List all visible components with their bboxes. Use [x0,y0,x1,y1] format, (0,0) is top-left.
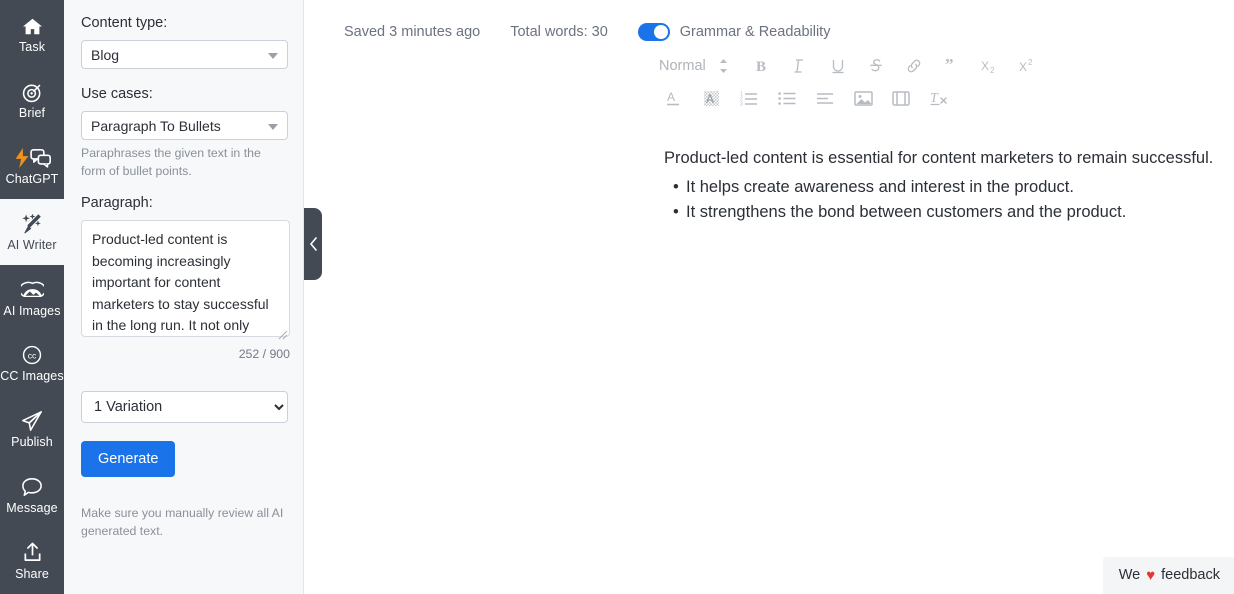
insert-image-icon[interactable] [849,84,877,112]
svg-text:X: X [1019,60,1027,74]
sidebar-label-brief: Brief [18,106,46,121]
blockquote-icon[interactable]: ” [938,52,966,80]
variation-count-select[interactable]: 1 Variation 2 Variations 3 Variations [81,391,288,423]
bullet-list-icon[interactable] [773,84,801,112]
sidebar-item-task[interactable]: Task [0,2,64,68]
feedback-banner[interactable]: We ♥ feedback [1102,557,1234,594]
svg-text:X: X [981,59,989,73]
toggle-knob [653,25,668,39]
sidebar-label-task: Task [18,40,46,55]
home-icon [22,15,43,37]
clear-formatting-icon[interactable]: T [925,84,953,112]
use-cases-value: Paragraph To Bullets [91,117,221,134]
share-upload-icon [22,542,43,564]
sidebar-label-cc-images: CC Images [0,369,64,384]
editor-statusbar: Saved 3 minutes ago Total words: 30 Gram… [304,0,1234,46]
grammar-toggle-row: Grammar & Readability [637,23,831,41]
sidebar-label-share: Share [15,566,49,581]
strikethrough-icon[interactable] [862,52,890,80]
insert-video-icon[interactable] [887,84,915,112]
word-count: Total words: 30 [510,24,608,40]
sidebar-item-chatgpt[interactable]: ChatGPT [0,134,64,200]
block-format-stepper-icon[interactable] [710,52,738,80]
paragraph-textarea[interactable] [81,220,290,337]
saved-status: Saved 3 minutes ago [344,24,481,40]
svg-text:2: 2 [1028,58,1033,67]
grammar-readability-label: Grammar & Readability [679,24,831,40]
left-nav-rail: Task Brief ChatGPT AI Writer AI Images c… [0,0,64,594]
ordered-list-icon[interactable]: 1 2 3 [735,84,763,112]
document-paragraph: Product-led content is essential for con… [664,149,1214,167]
paragraph-label: Paragraph: [81,195,153,211]
sidebar-item-publish[interactable]: Publish [0,397,64,463]
editor-toolbar: Normal B ” X 2 X 2 A A 1 2 3 T [304,46,1064,112]
image-icon [20,279,44,301]
highlight-color-icon[interactable]: A [697,84,725,112]
superscript-icon[interactable]: X 2 [1014,52,1042,80]
underline-icon[interactable] [824,52,852,80]
document-bullet-list: It helps create awareness and interest i… [664,175,1234,225]
collapse-panel-handle[interactable] [304,208,322,280]
chatgpt-bolt-icon [12,147,52,169]
content-type-select[interactable]: Blog [81,40,288,69]
ai-disclaimer-text: Make sure you manually review all AI gen… [81,506,284,538]
bold-icon[interactable]: B [748,52,776,80]
italic-icon[interactable] [786,52,814,80]
character-counter: 252 / 900 [238,347,290,361]
sidebar-item-ai-images[interactable]: AI Images [0,265,64,331]
document-editor[interactable]: Product-led content is essential for con… [304,112,1234,225]
svg-text:T: T [930,91,939,106]
ai-writer-form-panel: Content type: Blog Use cases: Paragraph … [64,0,304,594]
paragraph-input-wrap [81,220,290,342]
link-icon[interactable] [900,52,928,80]
svg-text:B: B [756,59,766,74]
chat-bubble-icon [21,476,43,498]
chevron-down-icon [268,123,278,130]
feedback-prefix: We [1118,567,1141,583]
sidebar-label-message: Message [6,500,58,515]
svg-text:cc: cc [28,351,37,361]
subscript-icon[interactable]: X 2 [976,52,1004,80]
use-cases-select[interactable]: Paragraph To Bullets [81,111,288,140]
app-root: Task Brief ChatGPT AI Writer AI Images c… [0,0,1234,594]
paper-plane-icon [21,410,43,432]
chevron-left-icon [309,237,317,251]
sidebar-item-brief[interactable]: Brief [0,68,64,134]
list-item: It helps create awareness and interest i… [673,175,1234,200]
chevron-down-icon [268,52,278,59]
svg-text:2: 2 [990,66,995,74]
align-icon[interactable] [811,84,839,112]
sidebar-item-share[interactable]: Share [0,528,64,594]
sidebar-label-ai-images: AI Images [3,303,61,318]
block-format-label[interactable]: Normal [659,52,710,80]
content-type-value: Blog [91,46,120,63]
content-type-label: Content type: [81,15,168,31]
editor-main: Saved 3 minutes ago Total words: 30 Gram… [304,0,1234,594]
sidebar-label-chatgpt: ChatGPT [5,171,59,186]
svg-text:A: A [667,90,675,104]
sidebar-item-ai-writer[interactable]: AI Writer [0,199,64,266]
generate-button[interactable]: Generate [81,441,176,477]
heart-icon: ♥ [1146,566,1156,584]
use-cases-help-text: Paraphrases the given text in the form o… [81,146,261,178]
sidebar-label-ai-writer: AI Writer [7,237,57,252]
list-item: It strengthens the bond between customer… [673,200,1234,225]
magic-wand-icon [21,213,43,235]
sidebar-item-message[interactable]: Message [0,462,64,528]
target-icon [22,81,43,103]
grammar-readability-toggle[interactable] [637,23,670,41]
text-color-icon[interactable]: A [659,84,687,112]
creative-commons-icon: cc [22,344,42,366]
feedback-suffix: feedback [1161,567,1220,583]
sidebar-item-cc-images[interactable]: cc CC Images [0,331,64,397]
svg-text:3: 3 [740,102,743,107]
svg-text:A: A [706,92,714,106]
svg-text:”: ” [945,58,954,74]
sidebar-label-publish: Publish [11,435,53,450]
use-cases-label: Use cases: [81,86,153,102]
